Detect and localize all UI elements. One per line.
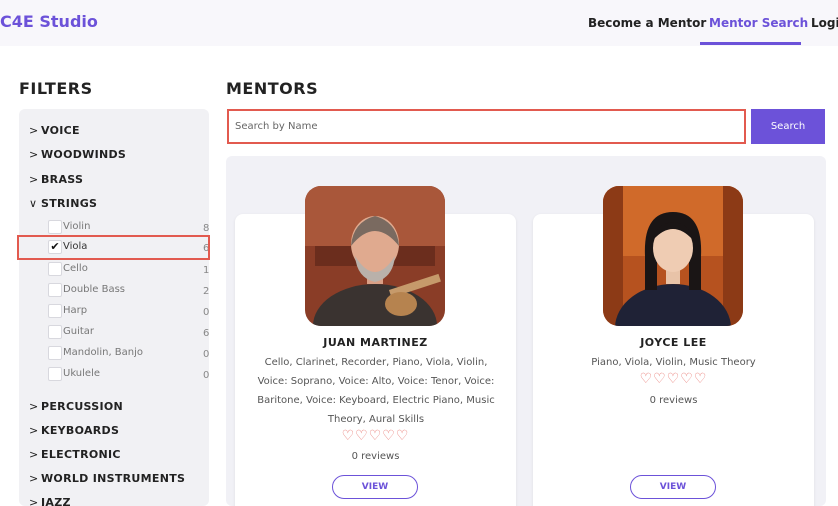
mentor-photo[interactable] [603,186,743,326]
category-label: KEYBOARDS [41,424,120,437]
category-label: BRASS [41,173,84,186]
filter-category-jazz[interactable]: > JAZZ [29,496,71,506]
nav-become-mentor-link[interactable]: Become a Mentor [588,16,706,30]
category-label: PERCUSSION [41,400,124,413]
chevron-right-icon: > [29,424,39,437]
nav-login-link[interactable]: Login [811,16,838,30]
mentor-skills: Piano, Viola, Violin, Music Theory [591,357,756,368]
nav-mentor-search-link[interactable]: Mentor Search [709,16,808,30]
filters-heading: FILTERS [19,79,93,98]
chevron-right-icon: > [29,148,39,161]
review-count: 0 reviews [351,451,400,462]
brand-logo-text[interactable]: C4E Studio [0,12,98,31]
option-count: 0 [203,307,209,318]
mentor-photo-illustration [603,186,743,326]
category-label: JAZZ [41,496,71,506]
option-label: Mandolin, Banjo [63,347,144,358]
option-label: Violin [63,221,91,232]
filter-category-strings[interactable]: ∨ STRINGS [29,197,97,210]
option-count: 2 [203,286,209,297]
mentors-heading: MENTORS [226,79,319,98]
filter-option-cello[interactable]: Cello 1 [46,261,209,279]
chevron-right-icon: > [29,124,39,137]
mentor-photo[interactable] [305,186,445,326]
option-count: 0 [203,349,209,360]
mentor-name[interactable]: JOYCE LEE [533,336,814,349]
rating-hearts-icon: ♡♡♡♡♡ [341,428,410,444]
category-label: WORLD INSTRUMENTS [41,472,186,485]
option-label: Ukulele [63,368,101,379]
chevron-right-icon: > [29,496,39,506]
view-mentor-button[interactable]: VIEW [630,475,716,499]
checkbox[interactable] [48,304,62,318]
category-label: ELECTRONIC [41,448,121,461]
chevron-down-icon: ∨ [29,197,38,210]
checkbox[interactable] [48,325,62,339]
checkbox[interactable] [48,220,62,234]
option-count: 6 [203,328,209,339]
option-count: 8 [203,223,209,234]
filter-category-world-instruments[interactable]: > WORLD INSTRUMENTS [29,472,185,485]
checkbox[interactable] [48,346,62,360]
option-count: 0 [203,370,209,381]
option-count: 1 [203,265,209,276]
filter-option-ukulele[interactable]: Ukulele 0 [46,366,209,384]
active-nav-underline [700,42,801,45]
checkbox[interactable] [48,262,62,276]
rating-hearts-icon: ♡♡♡♡♡ [639,371,708,387]
checkbox[interactable] [48,367,62,381]
filter-category-brass[interactable]: > BRASS [29,173,83,186]
option-label: Double Bass [63,284,126,295]
filter-option-mandolin-banjo[interactable]: Mandolin, Banjo 0 [46,345,209,363]
filter-category-percussion[interactable]: > PERCUSSION [29,400,123,413]
filter-option-harp[interactable]: Harp 0 [46,303,209,321]
filter-option-double-bass[interactable]: Double Bass 2 [46,282,209,300]
search-input[interactable] [227,109,746,144]
selected-filter-highlight [17,235,210,260]
filter-option-guitar[interactable]: Guitar 6 [46,324,209,342]
filter-category-keyboards[interactable]: > KEYBOARDS [29,424,119,437]
filter-panel: > VOICE > WOODWINDS > BRASS ∨ STRINGS Violin… [19,109,209,506]
option-label: Harp [63,305,88,316]
review-count: 0 reviews [649,395,698,406]
category-label: WOODWINDS [41,148,127,161]
view-mentor-button[interactable]: VIEW [332,475,418,499]
chevron-right-icon: > [29,448,39,461]
chevron-right-icon: > [29,173,39,186]
filter-category-voice[interactable]: > VOICE [29,124,80,137]
mentor-name[interactable]: JUAN MARTINEZ [235,336,516,349]
option-label: Guitar [63,326,95,337]
search-button[interactable]: Search [751,109,825,144]
mentor-photo-illustration [305,186,445,326]
filter-category-electronic[interactable]: > ELECTRONIC [29,448,121,461]
chevron-right-icon: > [29,472,39,485]
filter-category-woodwinds[interactable]: > WOODWINDS [29,148,126,161]
category-label: STRINGS [41,197,98,210]
category-label: VOICE [41,124,80,137]
top-nav-bar: C4E Studio Become a Mentor Mentor Search… [0,0,838,46]
checkbox[interactable] [48,283,62,297]
option-label: Cello [63,263,88,274]
mentor-skills: Cello, Clarinet, Recorder, Piano, Viola,… [257,357,495,425]
chevron-right-icon: > [29,400,39,413]
